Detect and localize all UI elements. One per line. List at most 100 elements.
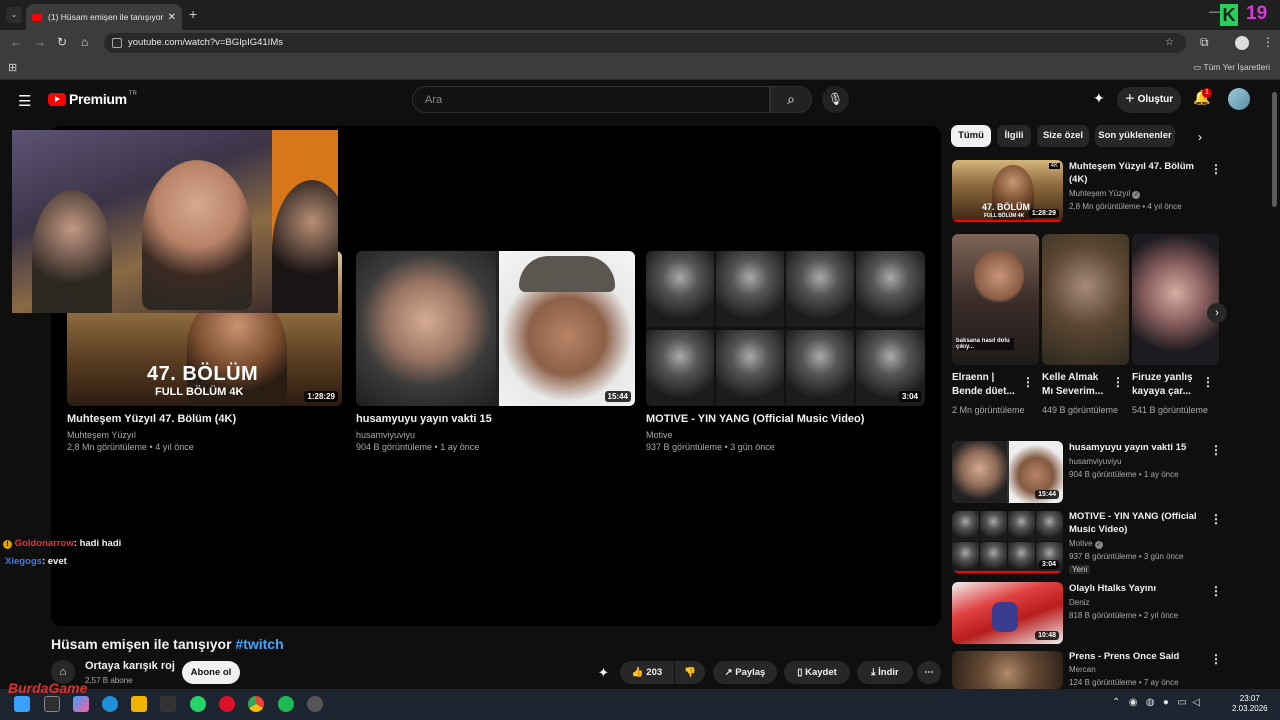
search-icon[interactable]: ⌕ — [770, 86, 812, 113]
endscreen-title-3[interactable]: MOTIVE - YIN YANG (Official Music Video) — [646, 413, 864, 425]
sidebar-channel-4[interactable]: Deniz — [1069, 598, 1089, 607]
store-icon[interactable] — [160, 696, 176, 712]
chrome-icon[interactable] — [248, 696, 264, 712]
create-button[interactable]: ＋ Oluştur — [1117, 87, 1181, 113]
share-button[interactable]: ↗ Paylaş — [713, 661, 777, 684]
dislike-button[interactable]: 👎 — [675, 661, 705, 684]
endscreen-channel-2[interactable]: husamviyuviyu — [356, 430, 415, 440]
apps-grid-icon[interactable]: ⊞ — [8, 61, 17, 74]
opera-icon[interactable] — [219, 696, 235, 712]
back-icon[interactable]: ← — [10, 35, 22, 49]
menu-kebab-icon[interactable]: ⋮ — [1262, 35, 1274, 49]
all-bookmarks-link[interactable]: ▭ Tüm Yer İşaretleri — [1193, 62, 1270, 73]
minimize-icon[interactable]: — — [1209, 6, 1220, 18]
sidebar-title-2[interactable]: husamyuyu yayın vakti 15 — [1069, 441, 1199, 454]
logo-text: Premium — [69, 91, 127, 107]
subscribe-button[interactable]: Abone ol — [182, 661, 240, 684]
reload-icon[interactable]: ↻ — [57, 35, 67, 49]
endscreen-title-1[interactable]: Muhteşem Yüzyıl 47. Bölüm (4K) — [67, 413, 236, 425]
account-avatar[interactable] — [1228, 88, 1250, 110]
sidebar-kebab-icon[interactable]: ⋮ — [1210, 512, 1222, 526]
shorts-next-chevron-icon[interactable]: › — [1207, 303, 1227, 323]
sidebar-thumbnail-4[interactable]: 10:48 — [952, 582, 1063, 644]
system-tray[interactable]: ⌃ ◉ ◍ ● ▭ ◁ — [1112, 697, 1200, 708]
grid-photo — [716, 330, 784, 406]
sidebar-title-1[interactable]: Muhteşem Yüzyıl 47. Bölüm (4K) — [1069, 160, 1199, 186]
taskbar-clock[interactable]: 23:07 2.03.2026 — [1232, 694, 1268, 714]
channel-name[interactable]: Ortaya karışık roj — [85, 660, 175, 672]
chip-for-you[interactable]: Size özel — [1037, 125, 1089, 147]
hashtag-link[interactable]: #twitch — [235, 636, 283, 652]
sidebar-kebab-icon[interactable]: ⋮ — [1210, 584, 1222, 598]
tab-close-icon[interactable]: ✕ — [168, 12, 176, 23]
like-button[interactable]: 👍 203 — [620, 661, 674, 684]
home-icon[interactable]: ⌂ — [81, 35, 88, 49]
short-kebab-icon[interactable]: ⋮ — [1112, 375, 1124, 389]
short-kebab-icon[interactable]: ⋮ — [1022, 375, 1034, 389]
extensions-icon[interactable]: ⧉ — [1200, 35, 1209, 50]
file-explorer-icon[interactable] — [131, 696, 147, 712]
url-field[interactable]: youtube.com/watch?v=BGIpIG41IMs ☆ — [104, 33, 1186, 53]
endscreen-thumbnail-2[interactable]: 15:44 — [356, 251, 635, 406]
chips-next-chevron-icon[interactable]: › — [1198, 130, 1202, 144]
hamburger-menu-icon[interactable]: ☰ — [18, 92, 31, 110]
steam-icon[interactable]: ◍ — [1146, 697, 1155, 708]
sidebar-title-4[interactable]: Olaylı Htalks Yayını — [1069, 582, 1199, 595]
sidebar-channel-2[interactable]: husamviyuviyu — [1069, 457, 1121, 466]
network-icon[interactable]: ▭ — [1177, 697, 1186, 708]
sidebar-thumbnail-2[interactable]: 15:44 — [952, 441, 1063, 503]
tab-search-button[interactable]: ⌄ — [6, 7, 22, 23]
windows-start-icon[interactable] — [14, 696, 30, 712]
task-view-icon[interactable] — [44, 696, 60, 712]
chip-recent[interactable]: Son yüklenenler — [1095, 125, 1175, 147]
new-tab-button[interactable]: + — [189, 6, 197, 22]
short-title-2[interactable]: Kelle Almak Mı Severim... — [1042, 371, 1112, 399]
short-kebab-icon[interactable]: ⋮ — [1202, 375, 1214, 389]
short-thumbnail-1[interactable]: baksana nasıl dolu çıkıy... — [952, 234, 1039, 365]
profile-icon[interactable] — [1235, 36, 1249, 50]
site-info-icon[interactable] — [112, 38, 122, 48]
sidebar-title-3[interactable]: MOTIVE - YIN YANG (Official Music Video) — [1069, 510, 1199, 536]
bookmark-star-icon[interactable]: ☆ — [1165, 33, 1174, 53]
save-button[interactable]: ▯ Kaydet — [784, 661, 850, 684]
mic-icon[interactable]: ● — [1163, 697, 1169, 708]
more-actions-icon[interactable]: ⋯ — [917, 661, 941, 684]
short-thumbnail-2[interactable] — [1042, 234, 1129, 365]
microphone-icon[interactable]: 🎙 — [822, 86, 849, 113]
sidebar-thumbnail-5[interactable] — [952, 651, 1063, 689]
sidebar-kebab-icon[interactable]: ⋮ — [1210, 443, 1222, 457]
short-title-3[interactable]: Firuze yanlış kayaya çar... — [1132, 371, 1202, 399]
volume-icon[interactable]: ◁ — [1192, 697, 1200, 708]
chip-all[interactable]: Tümü — [951, 125, 991, 147]
whatsapp-icon[interactable] — [190, 696, 206, 712]
sidebar-kebab-icon[interactable]: ⋮ — [1210, 162, 1222, 176]
copilot-icon[interactable] — [73, 696, 89, 712]
sidebar-channel-3[interactable]: Motive ✓ — [1069, 539, 1103, 549]
sidebar-thumbnail-3[interactable]: 3:04 — [952, 511, 1063, 573]
sidebar-title-5[interactable]: Prens - Prens Once Said — [1069, 650, 1199, 663]
spotify-icon[interactable] — [278, 696, 294, 712]
chevron-up-icon[interactable]: ⌃ — [1112, 697, 1120, 708]
download-button[interactable]: ⤓ İndir — [857, 661, 913, 684]
premium-sparkle-icon[interactable]: ✦ — [1093, 90, 1105, 107]
endscreen-thumbnail-3[interactable]: 3:04 — [646, 251, 925, 406]
search-input[interactable]: Ara — [412, 86, 770, 113]
youtube-logo[interactable]: Premium TR — [48, 91, 137, 107]
sidebar-kebab-icon[interactable]: ⋮ — [1210, 652, 1222, 666]
sidebar-channel-5[interactable]: Mercan — [1069, 665, 1096, 674]
chip-related[interactable]: İlgili — [997, 125, 1031, 147]
endscreen-channel-1[interactable]: Muhteşem Yüzyıl — [67, 430, 136, 440]
endscreen-title-2[interactable]: husamyuyu yayın vakti 15 — [356, 413, 492, 425]
forward-icon[interactable]: → — [34, 35, 46, 49]
page-scrollbar[interactable] — [1272, 92, 1277, 207]
short-title-1[interactable]: Elraenn | Bende düet... — [952, 371, 1022, 399]
sidebar-thumbnail-1[interactable]: 47. BÖLÜM FULL BÖLÜM 4K 4K 1:28:29 — [952, 160, 1063, 222]
browser-tab[interactable]: (1) Hüsam emişen ile tanışıyor ✕ — [26, 4, 182, 30]
premium-sparkle-icon[interactable]: ✦ — [598, 665, 609, 681]
sidebar-channel-1[interactable]: Muhteşem Yüzyıl ✓ — [1069, 189, 1141, 199]
endscreen-channel-3[interactable]: Motive — [646, 430, 673, 440]
app-icon[interactable] — [307, 696, 323, 712]
discord-icon[interactable]: ◉ — [1129, 697, 1138, 708]
edge-icon[interactable] — [102, 696, 118, 712]
short-thumbnail-3[interactable] — [1132, 234, 1219, 365]
